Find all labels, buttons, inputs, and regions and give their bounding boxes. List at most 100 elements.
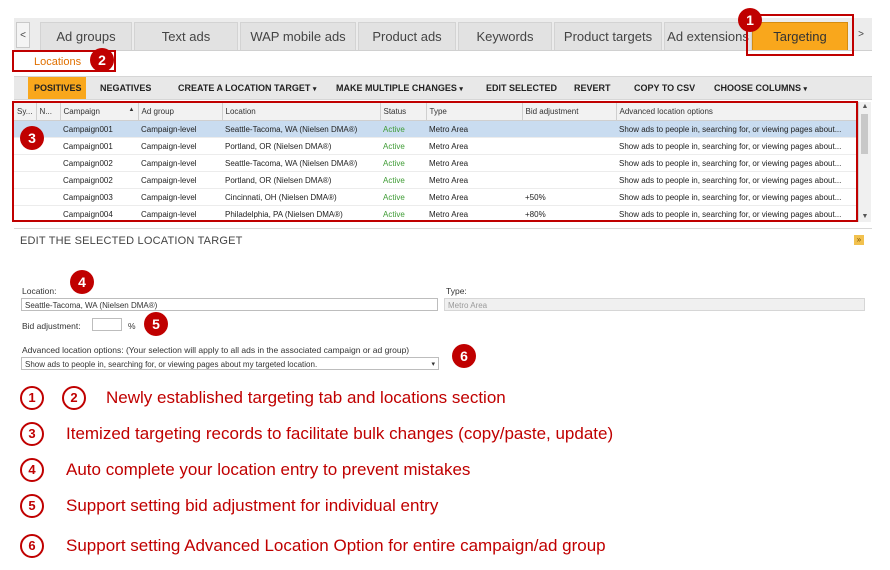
legend-text: Newly established targeting tab and loca… bbox=[106, 388, 506, 407]
cell-advanced-location-options: Show ads to people in, searching for, or… bbox=[616, 120, 858, 138]
type-label: Type: bbox=[446, 286, 467, 296]
cell-campaign: Campaign001 bbox=[60, 120, 138, 138]
cell-type: Metro Area bbox=[426, 171, 522, 189]
create-location-target-button[interactable]: CREATE A LOCATION TARGET ▾ bbox=[178, 77, 316, 99]
scroll-down-icon[interactable]: ▼ bbox=[859, 212, 871, 222]
cell-ad-group: Campaign-level bbox=[138, 137, 222, 155]
cell-bid-adjustment: +80% bbox=[522, 205, 616, 220]
legend-number: 5 bbox=[20, 494, 44, 518]
table-row[interactable]: Campaign001 Campaign-level Seattle-Tacom… bbox=[14, 120, 858, 138]
legend-text: Support setting Advanced Location Option… bbox=[66, 536, 606, 555]
cell-sync bbox=[14, 154, 36, 172]
collapse-icon[interactable]: » bbox=[854, 235, 864, 245]
type-field: Metro Area bbox=[444, 298, 865, 311]
cell-advanced-location-options: Show ads to people in, searching for, or… bbox=[616, 154, 858, 172]
legend-number: 3 bbox=[20, 422, 44, 446]
table-row[interactable]: Campaign001 Campaign-level Portland, OR … bbox=[14, 137, 858, 155]
chevron-down-icon: ▾ bbox=[431, 361, 435, 368]
choose-columns-label: CHOOSE COLUMNS bbox=[714, 83, 802, 93]
cell-type: Metro Area bbox=[426, 137, 522, 155]
cell-campaign: Campaign001 bbox=[60, 137, 138, 155]
cell-location: Portland, OR (Nielsen DMA®) bbox=[222, 137, 380, 155]
location-label: Location: bbox=[22, 286, 57, 296]
make-multiple-changes-button[interactable]: MAKE MULTIPLE CHANGES ▾ bbox=[336, 77, 463, 99]
tab-targeting[interactable]: Targeting bbox=[752, 22, 848, 50]
cell-sync bbox=[14, 205, 36, 220]
scroll-up-icon[interactable]: ▲ bbox=[859, 102, 871, 112]
column-header-location[interactable]: Location bbox=[222, 102, 381, 121]
legend-number: 4 bbox=[20, 458, 44, 482]
callout-1: 1 bbox=[738, 8, 762, 32]
choose-columns-button[interactable]: CHOOSE COLUMNS ▾ bbox=[714, 77, 807, 99]
copy-to-csv-button[interactable]: COPY TO CSV bbox=[634, 77, 695, 99]
legend-text: Support setting bid adjustment for indiv… bbox=[66, 496, 439, 515]
callout-5: 5 bbox=[144, 312, 168, 336]
edit-selected-button[interactable]: EDIT SELECTED bbox=[486, 77, 557, 99]
scrollbar-thumb[interactable] bbox=[861, 114, 868, 154]
bid-adjustment-label: Bid adjustment: bbox=[22, 321, 81, 331]
column-header-bid-adjustment[interactable]: Bid adjustment bbox=[522, 102, 617, 121]
revert-button[interactable]: REVERT bbox=[574, 77, 611, 99]
column-header-campaign-label: Campaign bbox=[63, 106, 100, 116]
cell-status: Active bbox=[380, 120, 426, 138]
cell-campaign: Campaign002 bbox=[60, 171, 138, 189]
cell-ad-group: Campaign-level bbox=[138, 154, 222, 172]
callout-4: 4 bbox=[70, 270, 94, 294]
table-row[interactable]: Campaign002 Campaign-level Seattle-Tacom… bbox=[14, 154, 858, 172]
column-header-notes[interactable]: N... bbox=[36, 102, 61, 121]
cell-status: Active bbox=[380, 137, 426, 155]
cell-advanced-location-options: Show ads to people in, searching for, or… bbox=[616, 188, 858, 206]
callout-2: 2 bbox=[90, 48, 114, 72]
cell-bid-adjustment bbox=[522, 171, 616, 189]
tab-scroll-right-button[interactable]: > bbox=[854, 22, 868, 48]
chevron-down-icon: ▾ bbox=[803, 86, 808, 93]
tab-ad-groups[interactable]: Ad groups bbox=[40, 22, 132, 50]
table-row[interactable]: Campaign002 Campaign-level Portland, OR … bbox=[14, 171, 858, 189]
cell-notes bbox=[36, 205, 60, 220]
column-header-ad-group[interactable]: Ad group bbox=[138, 102, 223, 121]
grid-header-row: Sy... N... Campaign ▲ Ad group Location S… bbox=[14, 102, 858, 121]
legend-number: 2 bbox=[62, 386, 86, 410]
table-row[interactable]: Campaign004 Campaign-level Philadelphia,… bbox=[14, 205, 858, 220]
create-location-target-label: CREATE A LOCATION TARGET bbox=[178, 83, 311, 93]
bid-adjustment-input[interactable] bbox=[92, 318, 122, 331]
tab-text-ads[interactable]: Text ads bbox=[134, 22, 238, 50]
cell-campaign: Campaign003 bbox=[60, 188, 138, 206]
callout-3: 3 bbox=[20, 126, 44, 150]
cell-location: Portland, OR (Nielsen DMA®) bbox=[222, 171, 380, 189]
cell-ad-group: Campaign-level bbox=[138, 120, 222, 138]
tab-product-ads[interactable]: Product ads bbox=[358, 22, 456, 50]
column-header-status[interactable]: Status bbox=[380, 102, 427, 121]
edit-panel-title: EDIT THE SELECTED LOCATION TARGET bbox=[20, 235, 243, 247]
percent-unit-label: % bbox=[128, 321, 136, 331]
column-header-campaign[interactable]: Campaign ▲ bbox=[60, 102, 139, 121]
location-input[interactable]: Seattle-Tacoma, WA (Nielsen DMA®) bbox=[21, 298, 438, 311]
tab-keywords[interactable]: Keywords bbox=[458, 22, 552, 50]
tab-product-targets[interactable]: Product targets bbox=[554, 22, 662, 50]
advanced-location-options-select[interactable]: Show ads to people in, searching for, or… bbox=[21, 357, 439, 370]
toolbar: POSITIVES NEGATIVES CREATE A LOCATION TA… bbox=[14, 76, 872, 100]
tab-scroll-left-button[interactable]: < bbox=[16, 22, 30, 48]
cell-type: Metro Area bbox=[426, 154, 522, 172]
legend-number: 6 bbox=[20, 534, 44, 558]
cell-advanced-location-options: Show ads to people in, searching for, or… bbox=[616, 205, 858, 220]
table-row[interactable]: Campaign003 Campaign-level Cincinnati, O… bbox=[14, 188, 858, 206]
column-header-sync[interactable]: Sy... bbox=[14, 102, 37, 121]
column-header-type[interactable]: Type bbox=[426, 102, 523, 121]
cell-type: Metro Area bbox=[426, 205, 522, 220]
negatives-button[interactable]: NEGATIVES bbox=[100, 77, 151, 99]
positives-button[interactable]: POSITIVES bbox=[28, 77, 86, 99]
edit-location-target-panel: EDIT THE SELECTED LOCATION TARGET » Loca… bbox=[14, 228, 872, 379]
cell-sync bbox=[14, 188, 36, 206]
tab-wap-mobile-ads[interactable]: WAP mobile ads bbox=[240, 22, 356, 50]
cell-status: Active bbox=[380, 188, 426, 206]
legend-number: 1 bbox=[20, 386, 44, 410]
column-header-advanced-location-options[interactable]: Advanced location options bbox=[616, 102, 858, 121]
grid-vertical-scrollbar[interactable]: ▲ ▼ bbox=[858, 102, 871, 222]
cell-ad-group: Campaign-level bbox=[138, 205, 222, 220]
cell-sync bbox=[14, 171, 36, 189]
cell-location: Cincinnati, OH (Nielsen DMA®) bbox=[222, 188, 380, 206]
cell-location: Seattle-Tacoma, WA (Nielsen DMA®) bbox=[222, 120, 380, 138]
callout-6: 6 bbox=[452, 344, 476, 368]
advanced-location-options-value: Show ads to people in, searching for, or… bbox=[25, 360, 318, 369]
